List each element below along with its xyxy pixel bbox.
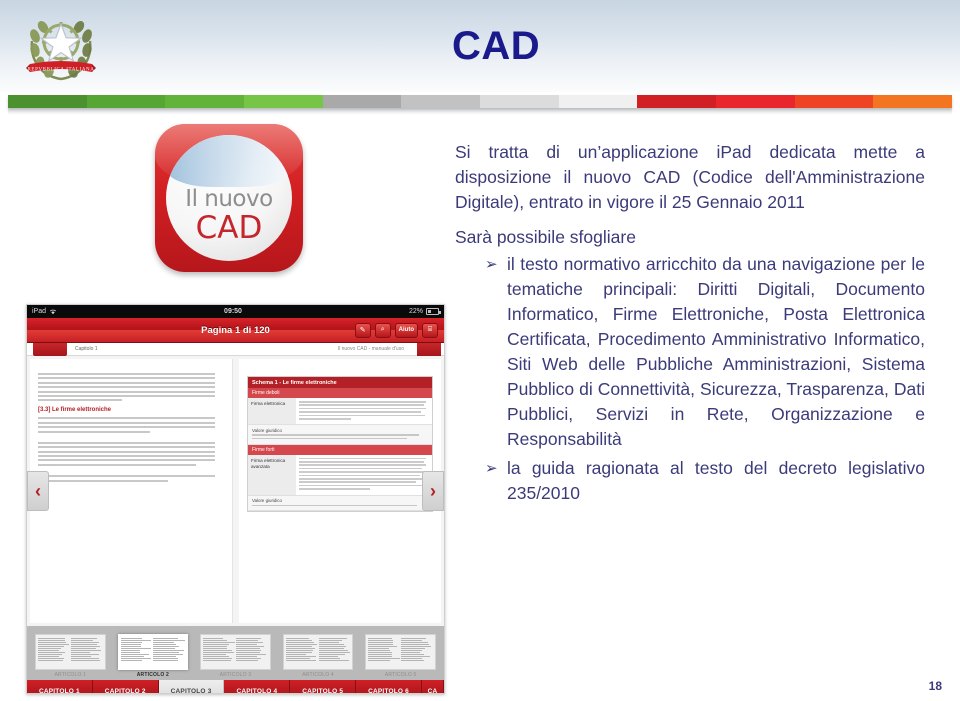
- page-title: CAD: [452, 24, 540, 69]
- schema-row: Firma elettronica: [248, 398, 432, 425]
- flag-segment-5: [323, 95, 402, 108]
- bookmark-pen-icon[interactable]: ✎: [355, 323, 371, 338]
- ipad-clock: 09:50: [57, 308, 409, 315]
- schema-row-body: [296, 398, 432, 424]
- article-thumbnail-label: ARTICOLO 3: [196, 672, 275, 680]
- paragraph-intro: Si tratta di un’applicazione iPad dedica…: [455, 140, 925, 215]
- search-icon[interactable]: ⌕: [375, 323, 391, 338]
- right-tab-marker[interactable]: [417, 343, 441, 356]
- flag-segment-3: [165, 95, 244, 108]
- schema-section-1: Firme deboli: [248, 388, 432, 398]
- document-page-right: Schema 1 - Le firme elettroniche Firme d…: [239, 359, 441, 623]
- schema-row: Firma elettronica avanzata: [248, 455, 432, 496]
- flag-strip-shadow: [8, 108, 952, 115]
- document-page-left: [3.3] Le firme elettroniche: [30, 359, 233, 623]
- chapter-button[interactable]: CAPITOLO 6: [356, 680, 422, 694]
- flag-segment-7: [480, 95, 559, 108]
- document-section-heading: [3.3] Le firme elettroniche: [38, 407, 224, 413]
- il-nuovo-cad-app-icon[interactable]: Il nuovo CAD: [155, 124, 303, 272]
- thumbnail-preview: [365, 634, 436, 670]
- flag-segment-12: [873, 95, 952, 108]
- article-thumbnail[interactable]: ARTICOLO 2: [114, 634, 193, 680]
- paragraph-subhead: Sarà possibile sfogliare: [455, 225, 925, 250]
- bullet-item: ➢ la guida ragionata al testo del decreto…: [485, 456, 925, 506]
- book-title-label: Il nuovo CAD - manuale d'uso: [338, 346, 404, 352]
- flag-segment-6: [401, 95, 480, 108]
- thumbnail-preview: [118, 634, 189, 670]
- help-button[interactable]: Aiuto: [395, 323, 418, 338]
- ipad-app-screenshot: iPad 09:50 22% Pagina 1 di 120 ✎ ⌕ Aiuto…: [26, 304, 445, 694]
- chapter-button[interactable]: CAPITOLO 2: [93, 680, 159, 694]
- battery-percent: 22%: [409, 308, 423, 315]
- chapter-button[interactable]: CAPITOLO 3: [159, 680, 225, 694]
- chapter-tab-label: Capitolo 1: [75, 346, 98, 352]
- flag-segment-1: [8, 95, 87, 108]
- article-thumbnail[interactable]: ARTICOLO 1: [31, 634, 110, 680]
- italian-flag-strip: [8, 95, 952, 108]
- ipad-reader-toolbar: Pagina 1 di 120 ✎ ⌕ Aiuto ⌸: [27, 318, 444, 343]
- schema-note-1: Valore giuridico: [248, 425, 432, 444]
- slide-page-number: 18: [929, 679, 942, 693]
- article-thumbnail-label: ARTICOLO 1: [31, 672, 110, 680]
- article-thumbnail-label: ARTICOLO 2: [114, 672, 193, 680]
- article-thumbnail-label: ARTICOLO 4: [279, 672, 358, 680]
- schema-note-2: Valore giuridico: [248, 496, 432, 512]
- flag-segment-9: [637, 95, 716, 108]
- article-thumbnail-label: ARTICOLO 5: [361, 672, 440, 680]
- flag-segment-8: [559, 95, 638, 108]
- chapter-button[interactable]: CAPITOLO 5: [290, 680, 356, 694]
- ipad-tab-row: Capitolo 1 Il nuovo CAD - manuale d'uso: [27, 343, 444, 356]
- flag-segment-4: [244, 95, 323, 108]
- slide-body: Si tratta di un’applicazione iPad dedica…: [455, 140, 925, 510]
- chapter-button[interactable]: CAPITOLO 1: [27, 680, 93, 694]
- ipad-status-bar: iPad 09:50 22%: [27, 305, 444, 318]
- schema-row-label: Firma elettronica avanzata: [248, 455, 296, 495]
- chapter-button[interactable]: CAPITOLO 4: [224, 680, 290, 694]
- article-thumbnail[interactable]: ARTICOLO 4: [279, 634, 358, 680]
- bullet-item: ➢ il testo normativo arricchito da una na…: [485, 252, 925, 452]
- bullet-text: il testo normativo arricchito da una nav…: [507, 254, 925, 449]
- flag-segment-2: [87, 95, 166, 108]
- flag-segment-11: [795, 95, 874, 108]
- schema-row-label: Firma elettronica: [248, 398, 296, 424]
- ipad-device-label: iPad: [32, 308, 46, 315]
- library-book-icon[interactable]: ⌸: [422, 323, 438, 338]
- wifi-icon: [49, 308, 57, 315]
- schema-section-2: Firme forti: [248, 445, 432, 455]
- chapter-tab-marker[interactable]: [33, 343, 67, 356]
- schema-row-body: [296, 455, 432, 495]
- app-icon-gloss: [155, 124, 303, 188]
- bullet-arrow-icon: ➢: [485, 252, 498, 277]
- thumbnail-preview: [35, 634, 106, 670]
- italian-republic-emblem: REPVBBLICA ITALIANA: [22, 6, 100, 86]
- bullet-text: la guida ragionata al testo del decreto …: [507, 458, 925, 503]
- flag-segment-10: [716, 95, 795, 108]
- thumbnail-preview: [200, 634, 271, 670]
- chapter-button[interactable]: CA: [422, 680, 444, 694]
- previous-page-button[interactable]: ‹: [27, 471, 49, 511]
- app-icon-line2: CAD: [155, 210, 303, 246]
- ipad-page-spread: [3.3] Le firme elettroniche Schema 1 - L…: [27, 356, 444, 626]
- article-thumbnail[interactable]: ARTICOLO 3: [196, 634, 275, 680]
- chapter-bar: CAPITOLO 1 CAPITOLO 2 CAPITOLO 3 CAPITOLO 4…: [27, 680, 444, 694]
- app-icon-line1: Il nuovo: [155, 186, 303, 212]
- svg-text:REPVBBLICA ITALIANA: REPVBBLICA ITALIANA: [28, 67, 95, 72]
- thumbnail-preview: [283, 634, 354, 670]
- bullet-list: ➢ il testo normativo arricchito da una na…: [485, 252, 925, 506]
- battery-icon: [426, 308, 439, 315]
- article-thumbnail-strip: ARTICOLO 1 ARTICOLO 2 ARTICOLO 3 ARTICOLO 4…: [27, 626, 444, 680]
- next-page-button[interactable]: ›: [422, 471, 444, 511]
- article-thumbnail[interactable]: ARTICOLO 5: [361, 634, 440, 680]
- schema-title: Schema 1 - Le firme elettroniche: [248, 377, 432, 388]
- bullet-arrow-icon: ➢: [485, 456, 498, 481]
- schema-table: Schema 1 - Le firme elettroniche Firme d…: [247, 376, 433, 512]
- slide-header: REPVBBLICA ITALIANA CAD: [0, 0, 960, 92]
